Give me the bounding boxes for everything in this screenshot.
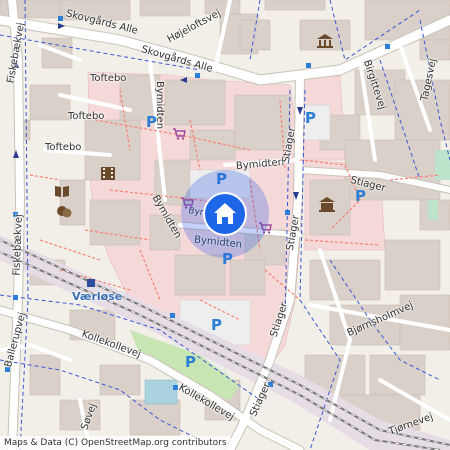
label-place-varlose: Værløse bbox=[72, 290, 123, 303]
cinema-icon bbox=[101, 167, 115, 180]
location-pin[interactable] bbox=[203, 192, 247, 236]
label-fiskebaekvej-2: Fiskebækvej bbox=[11, 214, 25, 276]
home-icon bbox=[214, 203, 236, 224]
museum-icon bbox=[317, 34, 333, 48]
parking-icon: P bbox=[355, 187, 366, 205]
shopping-cart-icon bbox=[173, 128, 186, 140]
label-toftebo-2: Toftebo bbox=[68, 111, 105, 122]
parking-icon: P bbox=[305, 109, 316, 127]
label-toftebo-3: Toftebo bbox=[45, 142, 82, 153]
train-station-icon bbox=[87, 279, 95, 287]
building-icon bbox=[319, 197, 335, 212]
map-attribution[interactable]: Maps & Data (C) OpenStreetMap.org contri… bbox=[0, 436, 231, 450]
parking-icon: P bbox=[185, 353, 196, 371]
book-icon bbox=[55, 186, 69, 197]
parking-icon: P bbox=[211, 316, 222, 334]
label-toftebo-1: Toftebo bbox=[90, 73, 127, 84]
pool bbox=[144, 379, 178, 405]
theatre-icon bbox=[57, 206, 72, 218]
parking-icon: P bbox=[146, 113, 157, 131]
